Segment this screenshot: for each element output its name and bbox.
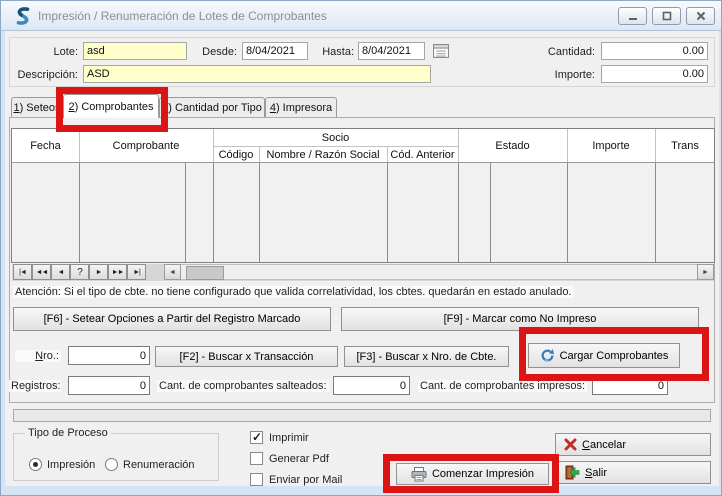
window-title: Impresión / Renumeración de Lotes de Com… [38,9,327,23]
tipo-de-proceso-groupbox [13,433,219,481]
radio-impresion[interactable] [29,458,42,471]
scroll-left-icon[interactable]: ◄ [164,264,181,280]
lote-label: Lote: [9,46,78,58]
radio-renumeracion[interactable] [105,458,118,471]
column-header-estado: Estado [458,129,567,163]
tab-impresora[interactable]: 4) Impresora [265,97,337,117]
salir-label: Salir [585,467,607,479]
app-window: Impresión / Renumeración de Lotes de Com… [0,0,722,496]
cancel-x-icon [564,438,577,451]
cancelar-button[interactable]: Cancelar [555,433,711,456]
column-group-socio: Socio [213,129,458,146]
checkbox-enviar-mail-label[interactable]: Enviar por Mail [269,474,342,486]
checkbox-generar-pdf-label[interactable]: Generar Pdf [269,453,329,465]
salteados-label: Cant. de comprobantes salteados: [157,380,329,392]
refresh-icon [540,348,555,363]
nav-help-button[interactable]: ? [70,264,89,280]
hasta-label: Hasta: [312,46,354,58]
impresos-input[interactable]: 0 [592,376,668,395]
grid-header: Fecha Comprobante Socio Código Nombre / … [11,128,715,163]
window-frame-bottom [1,486,722,495]
f6-setear-opciones-button[interactable]: [F6] - Setear Opciones a Partir del Regi… [13,307,331,331]
nav-last-button[interactable]: ►| [127,264,146,280]
nav-prev-page-button[interactable]: ◄◄ [32,264,51,280]
f9-marcar-no-impreso-button[interactable]: [F9] - Marcar como No Impreso [341,307,699,331]
desde-input[interactable]: 8/04/2021 [242,42,308,60]
registros-input[interactable]: 0 [68,376,150,395]
exit-door-icon [564,465,580,480]
nav-first-button[interactable]: |◄ [13,264,32,280]
scroll-right-icon[interactable]: ► [697,264,714,280]
importe-label: Importe: [511,69,595,81]
f3-buscar-nro-cbte-button[interactable]: [F3] - Buscar x Nro. de Cbte. [344,346,509,367]
tab-seteos-label: ) Seteos [20,102,61,114]
tab-seteos[interactable]: 1) Seteos [11,97,63,117]
column-header-transaccion: Trans [655,129,715,163]
column-header-nombre-razon-social: Nombre / Razón Social [259,146,387,163]
hasta-input[interactable]: 8/04/2021 [358,42,425,60]
nro-label: Nro.: [15,350,61,362]
cancelar-label: Cancelar [582,439,626,451]
scrollbar-thumb[interactable] [186,266,224,280]
descripcion-label: Descripción: [9,69,78,81]
cantidad-label: Cantidad: [511,46,595,58]
importe-input[interactable]: 0.00 [601,65,708,83]
horizontal-scrollbar[interactable]: ◄ ► [164,264,714,280]
app-logo-icon [14,7,32,30]
column-header-codigo: Código [213,146,259,163]
calendar-icon[interactable] [433,43,449,63]
comenzar-impresion-label: Comenzar Impresión [432,468,534,480]
print-progress-bar [13,409,711,422]
checkbox-imprimir-label[interactable]: Imprimir [269,432,309,444]
impresos-label: Cant. de comprobantes impresos: [418,380,587,392]
column-header-fecha: Fecha [12,129,79,163]
restore-button[interactable] [652,7,681,25]
correlativity-warning-text: Atención: Si el tipo de cbte. no tiene c… [13,286,574,298]
tipo-de-proceso-legend: Tipo de Proceso [25,427,111,439]
lote-input[interactable]: asd [83,42,187,60]
checkbox-imprimir[interactable] [250,431,263,444]
salir-button[interactable]: Salir [555,461,711,484]
grid-body-empty[interactable] [11,162,715,263]
tab-comprobantes-label: ) Comprobantes [75,101,154,113]
desde-label: Desde: [189,46,237,58]
registros-label: Registros: [9,380,61,392]
close-button[interactable] [686,7,715,25]
column-header-comprobante: Comprobante [79,129,213,163]
cargar-comprobantes-label: Cargar Comprobantes [560,350,669,362]
column-header-cod-anterior: Cód. Anterior [387,146,458,163]
salteados-input[interactable]: 0 [333,376,410,395]
tab-cantidad-por-tipo[interactable]: 3) Cantidad por Tipo [159,97,265,117]
cantidad-input[interactable]: 0.00 [601,42,708,60]
column-header-importe: Importe [567,129,655,163]
cargar-comprobantes-button[interactable]: Cargar Comprobantes [528,343,680,368]
radio-impresion-label[interactable]: Impresión [47,459,95,471]
nav-next-page-button[interactable]: ►► [108,264,127,280]
checkbox-generar-pdf[interactable] [250,452,263,465]
nro-input[interactable]: 0 [68,346,150,365]
tab-cantidad-label: ) Cantidad por Tipo [168,102,262,114]
checkbox-enviar-mail[interactable] [250,473,263,486]
radio-renumeracion-label[interactable]: Renumeración [123,459,195,471]
minimize-button[interactable] [618,7,647,25]
printer-icon [411,467,427,482]
f2-buscar-transaccion-button[interactable]: [F2] - Buscar x Transacción [155,346,338,367]
title-bar: Impresión / Renumeración de Lotes de Com… [1,1,722,31]
tab-impresora-label: ) Impresora [276,102,332,114]
comenzar-impresion-button[interactable]: Comenzar Impresión [396,463,549,485]
nav-next-button[interactable]: ► [89,264,108,280]
descripcion-input[interactable]: ASD [83,65,431,83]
tab-comprobantes[interactable]: 2) Comprobantes [63,94,159,118]
nav-prev-button[interactable]: ◄ [51,264,70,280]
